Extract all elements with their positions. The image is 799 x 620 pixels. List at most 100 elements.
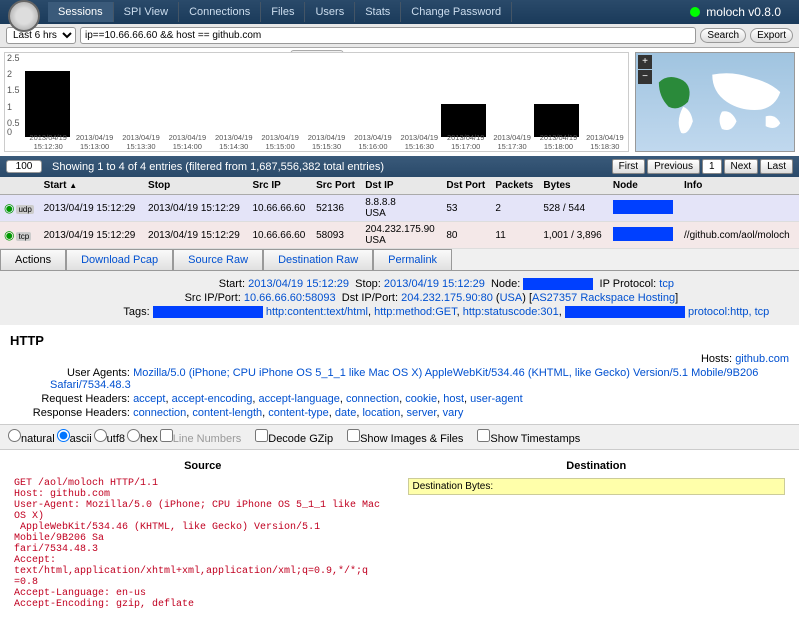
header-link[interactable]: vary [443, 407, 464, 419]
dest-title: Destination [408, 460, 786, 472]
col-info[interactable]: Info [680, 177, 799, 195]
nav-connections[interactable]: Connections [179, 2, 261, 22]
chart-area: sessions ◀ ▶ zoom out 2.5 2 1.5 1 0.5 0 … [0, 48, 799, 156]
cell-bytes: 528 / 544 [539, 195, 608, 222]
map-zoom-out-icon[interactable]: − [638, 70, 652, 84]
table-row[interactable]: ◉tcp2013/04/19 15:12:292013/04/19 15:12:… [0, 222, 799, 249]
header-link[interactable]: host [443, 393, 464, 405]
export-button[interactable]: Export [750, 28, 793, 43]
expand-icon[interactable]: ◉ [4, 201, 14, 215]
hosts-value[interactable]: github.com [735, 353, 789, 365]
header-link[interactable]: content-length [192, 407, 262, 419]
mode-utf8[interactable]: utf8 [94, 429, 125, 445]
dest-bytes-field[interactable]: Destination Bytes: [408, 478, 786, 495]
query-input[interactable] [80, 27, 696, 44]
start-label: Start: [125, 278, 245, 290]
permalink-tab[interactable]: Permalink [373, 249, 452, 270]
header-link[interactable]: server [407, 407, 437, 419]
header-link[interactable]: accept-encoding [172, 393, 253, 405]
mode-natural[interactable]: natural [8, 429, 55, 445]
show-timestamps-toggle[interactable]: Show Timestamps [477, 429, 580, 445]
timeline-chart[interactable]: 2.5 2 1.5 1 0.5 0 2013/04/19 15:12:30201… [4, 52, 629, 152]
col-stop[interactable]: Stop [144, 177, 248, 195]
source-raw-tab[interactable]: Source Raw [173, 249, 263, 270]
header-link[interactable]: connection [346, 393, 399, 405]
decode-gzip-toggle[interactable]: Decode GZip [255, 429, 333, 445]
source-column: Source GET /aol/moloch HTTP/1.1 Host: gi… [6, 456, 400, 614]
cell-dstip: 204.232.175.90USA [361, 222, 442, 249]
ipproto-value[interactable]: tcp [659, 278, 674, 290]
header-link[interactable]: location [362, 407, 400, 419]
http-section: HTTP Hosts: github.com User Agents: Mozi… [0, 325, 799, 424]
cell-dstport: 53 [442, 195, 491, 222]
map-zoom-in-icon[interactable]: + [638, 55, 652, 69]
header-link[interactable]: content-type [268, 407, 329, 419]
page-size-input[interactable] [6, 160, 42, 173]
table-row[interactable]: ◉udp2013/04/19 15:12:292013/04/19 15:12:… [0, 195, 799, 222]
dstcc-value[interactable]: USA [500, 292, 523, 304]
nav-files[interactable]: Files [261, 2, 305, 22]
dstipport-value[interactable]: 204.232.175.90:80 [401, 292, 493, 304]
col-node[interactable]: Node [609, 177, 680, 195]
mode-ascii[interactable]: ascii [57, 429, 92, 445]
as-value[interactable]: AS27357 Rackspace Hosting [532, 292, 675, 304]
cell-packets: 11 [491, 222, 539, 249]
header-link[interactable]: cookie [405, 393, 437, 405]
col-srcport[interactable]: Src Port [312, 177, 361, 195]
ytick: 1.5 [7, 85, 20, 95]
next-button[interactable]: Next [724, 159, 759, 174]
tag-link-2[interactable]: http:statuscode:301 [463, 306, 559, 318]
line-numbers-toggle[interactable]: Line Numbers [160, 429, 241, 445]
resh-label: Response Headers: [10, 407, 130, 419]
ua-value[interactable]: Mozilla/5.0 (iPhone; CPU iPhone OS 5_1_1… [50, 367, 758, 391]
actions-tab[interactable]: Actions [0, 249, 66, 270]
first-button[interactable]: First [612, 159, 645, 174]
brand-label: moloch v0.8.0 [706, 5, 781, 19]
xtick: 2013/04/19 15:13:30 [118, 133, 164, 151]
header-link[interactable]: user-agent [470, 393, 523, 405]
tag-link-1[interactable]: http:method:GET [374, 306, 457, 318]
cell-node [609, 195, 680, 222]
tag-link-0[interactable]: http:content:text/html [266, 306, 368, 318]
dstipport-label: Dst IP/Port: [342, 292, 398, 304]
expand-icon[interactable]: ◉ [4, 228, 14, 242]
nav-sessions[interactable]: Sessions [48, 2, 114, 22]
srcipport-value[interactable]: 10.66.66.60:58093 [244, 292, 336, 304]
ytick: 2.5 [7, 53, 20, 63]
xtick: 2013/04/19 15:16:00 [350, 133, 396, 151]
last-button[interactable]: Last [760, 159, 793, 174]
cell-srcport: 58093 [312, 222, 361, 249]
previous-button[interactable]: Previous [647, 159, 700, 174]
cell-start: 2013/04/19 15:12:29 [40, 195, 144, 222]
cell-bytes: 1,001 / 3,896 [539, 222, 608, 249]
header-link[interactable]: connection [133, 407, 186, 419]
show-images-toggle[interactable]: Show Images & Files [347, 429, 463, 445]
header-link[interactable]: date [335, 407, 356, 419]
xtick: 2013/04/19 15:17:30 [489, 133, 535, 151]
http-title: HTTP [10, 333, 789, 348]
header-link[interactable]: accept [133, 393, 165, 405]
col-dstport[interactable]: Dst Port [442, 177, 491, 195]
col-start[interactable]: Start ▲ [40, 177, 144, 195]
tag-trail[interactable]: protocol:http, tcp [688, 306, 769, 318]
col-srcip[interactable]: Src IP [248, 177, 312, 195]
page-1-button[interactable]: 1 [702, 159, 722, 174]
col-packets[interactable]: Packets [491, 177, 539, 195]
destination-raw-tab[interactable]: Destination Raw [263, 249, 373, 270]
start-value[interactable]: 2013/04/19 15:12:29 [248, 278, 349, 290]
header-link[interactable]: accept-language [258, 393, 339, 405]
session-detail: Start: 2013/04/19 15:12:29 Stop: 2013/04… [0, 271, 799, 325]
nav-users[interactable]: Users [305, 2, 355, 22]
cell-info [680, 195, 799, 222]
nav-spiview[interactable]: SPI View [114, 2, 179, 22]
col-dstip[interactable]: Dst IP [361, 177, 442, 195]
stop-value[interactable]: 2013/04/19 15:12:29 [384, 278, 485, 290]
search-button[interactable]: Search [700, 28, 746, 43]
nav-changepw[interactable]: Change Password [401, 2, 512, 22]
sessions-table: Start ▲ Stop Src IP Src Port Dst IP Dst … [0, 177, 799, 249]
mode-hex[interactable]: hex [127, 429, 158, 445]
download-pcap-tab[interactable]: Download Pcap [66, 249, 173, 270]
world-map[interactable]: + − [635, 52, 795, 152]
nav-stats[interactable]: Stats [355, 2, 401, 22]
col-bytes[interactable]: Bytes [539, 177, 608, 195]
